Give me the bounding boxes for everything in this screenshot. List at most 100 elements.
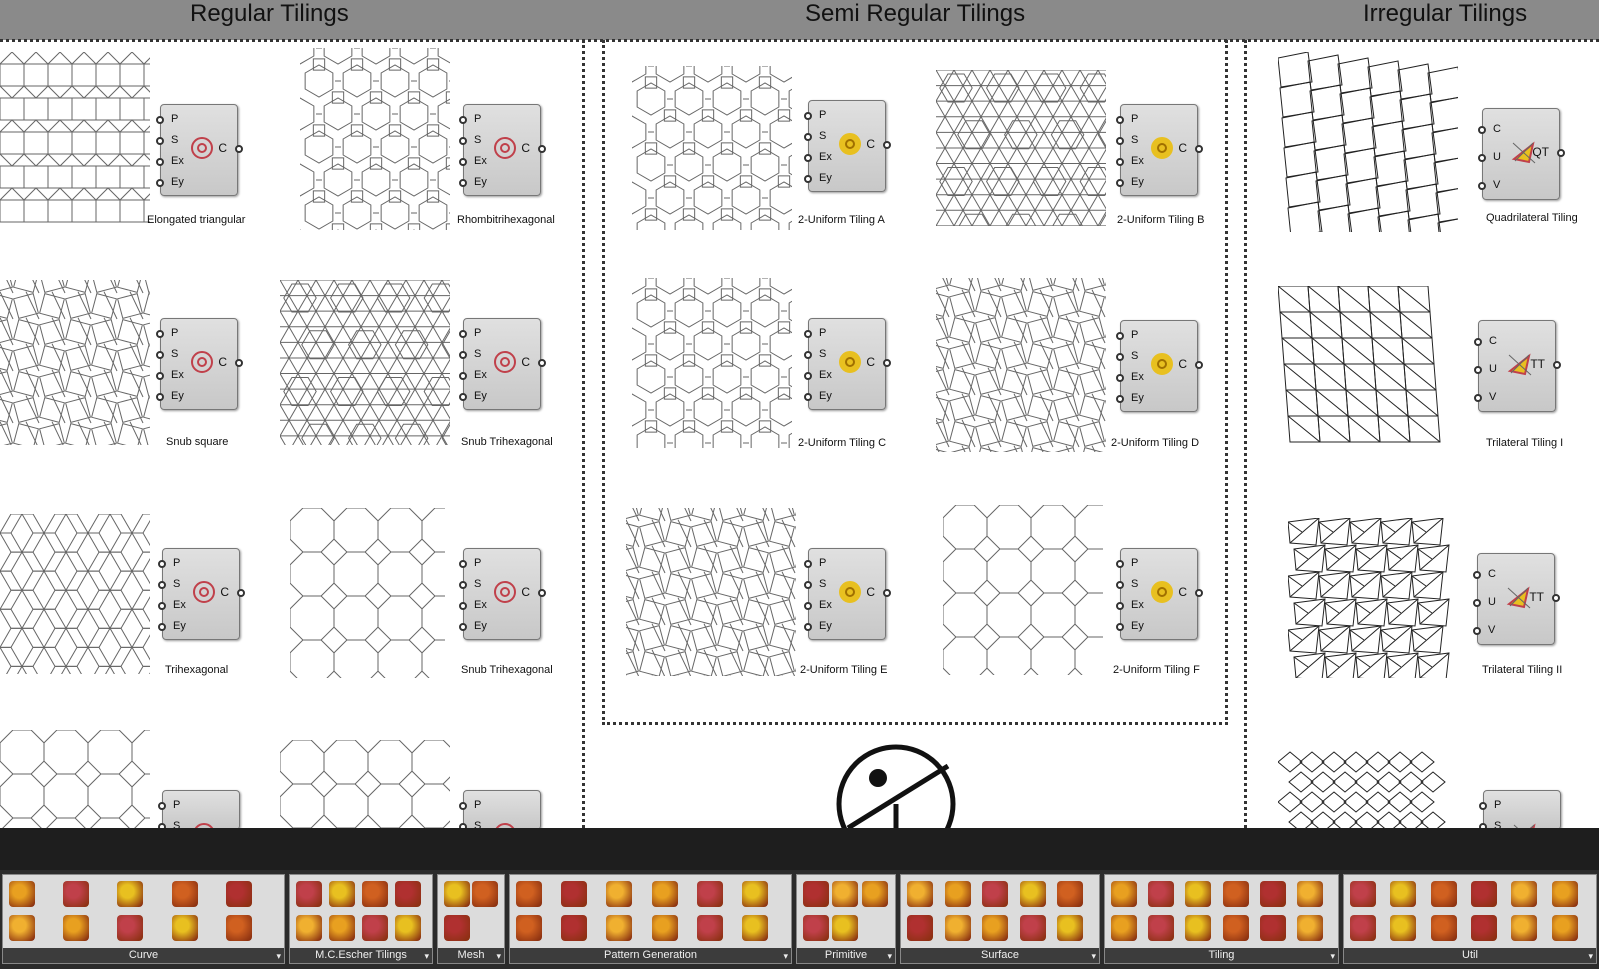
component-icon[interactable] — [1430, 915, 1457, 941]
component-icon[interactable] — [1148, 881, 1175, 907]
input-grip[interactable] — [1474, 394, 1482, 402]
component-icon[interactable] — [651, 915, 678, 941]
component-node[interactable]: P S Ex Ey C — [804, 318, 891, 410]
component-icon[interactable] — [225, 915, 252, 941]
component-icon[interactable] — [861, 881, 888, 907]
output-grip[interactable] — [1195, 145, 1203, 153]
component-icon[interactable] — [944, 915, 971, 941]
component-icon[interactable] — [1511, 915, 1538, 941]
component-icon[interactable] — [1296, 881, 1323, 907]
input-grip[interactable] — [158, 802, 166, 810]
input-grip[interactable] — [1116, 353, 1124, 361]
output-grip[interactable] — [883, 141, 891, 149]
component-icon[interactable] — [63, 915, 90, 941]
component-node[interactable]: P S Ex Ey C — [459, 548, 546, 640]
component-icon[interactable] — [606, 915, 633, 941]
expand-arrow-icon[interactable]: ▾ — [887, 951, 892, 962]
component-icon[interactable] — [832, 915, 859, 941]
input-grip[interactable] — [1116, 623, 1124, 631]
input-grip[interactable] — [459, 802, 467, 810]
expand-arrow-icon[interactable]: ▾ — [424, 951, 429, 962]
component-node[interactable]: P S Ex Ey C — [804, 100, 891, 192]
input-grip[interactable] — [156, 372, 164, 380]
output-grip[interactable] — [883, 589, 891, 597]
input-grip[interactable] — [459, 137, 467, 145]
input-grip[interactable] — [804, 175, 812, 183]
component-icon[interactable] — [1296, 915, 1323, 941]
output-grip[interactable] — [237, 589, 245, 597]
output-grip[interactable] — [1195, 361, 1203, 369]
input-grip[interactable] — [1474, 366, 1482, 374]
component-node[interactable]: PS — [459, 790, 541, 828]
component-icon[interactable] — [9, 881, 35, 907]
output-grip[interactable] — [1552, 594, 1560, 602]
input-grip[interactable] — [804, 560, 812, 568]
component-icon[interactable] — [1551, 915, 1578, 941]
input-grip[interactable] — [1116, 560, 1124, 568]
input-grip[interactable] — [1478, 126, 1486, 134]
component-icon[interactable] — [444, 881, 470, 907]
component-node[interactable]: P S Ex Ey C — [459, 104, 546, 196]
component-icon[interactable] — [1019, 915, 1046, 941]
component-icon[interactable] — [803, 915, 829, 941]
component-node[interactable]: P S Ex Ey C — [158, 548, 245, 640]
input-grip[interactable] — [156, 330, 164, 338]
component-icon[interactable] — [651, 881, 678, 907]
component-icon[interactable] — [907, 881, 933, 907]
ribbon-group-label[interactable]: Mesh — [438, 948, 504, 963]
component-node[interactable]: P S Ex Ey C — [1116, 104, 1203, 196]
component-icon[interactable] — [296, 915, 322, 941]
component-icon[interactable] — [696, 881, 723, 907]
input-grip[interactable] — [1116, 332, 1124, 340]
ribbon-group-label[interactable]: Tiling — [1105, 948, 1338, 963]
grasshopper-canvas[interactable]: Regular Tilings Semi Regular Tilings Irr… — [0, 0, 1599, 828]
expand-arrow-icon[interactable]: ▾ — [783, 951, 788, 962]
input-grip[interactable] — [156, 179, 164, 187]
input-grip[interactable] — [156, 116, 164, 124]
component-node[interactable]: P S Ex Ey C — [804, 548, 891, 640]
component-icon[interactable] — [1057, 881, 1084, 907]
component-icon[interactable] — [1111, 915, 1137, 941]
output-grip[interactable] — [1195, 589, 1203, 597]
component-icon[interactable] — [117, 915, 144, 941]
input-grip[interactable] — [1474, 338, 1482, 346]
input-grip[interactable] — [804, 602, 812, 610]
component-icon[interactable] — [9, 915, 35, 941]
component-icon[interactable] — [362, 915, 388, 941]
component-icon[interactable] — [1259, 915, 1286, 941]
input-grip[interactable] — [804, 133, 812, 141]
ribbon-group-label[interactable]: M.C.Escher Tilings — [290, 948, 432, 963]
component-icon[interactable] — [832, 881, 859, 907]
component-icon[interactable] — [561, 881, 588, 907]
input-grip[interactable] — [804, 372, 812, 380]
component-node[interactable]: P S Ex Ey C — [459, 318, 546, 410]
ribbon-group-label[interactable]: Primitive — [797, 948, 895, 963]
input-grip[interactable] — [804, 581, 812, 589]
input-grip[interactable] — [1473, 571, 1481, 579]
expand-arrow-icon[interactable]: ▾ — [276, 951, 281, 962]
component-icon[interactable] — [362, 881, 388, 907]
input-grip[interactable] — [459, 330, 467, 338]
component-icon[interactable] — [803, 881, 829, 907]
input-grip[interactable] — [1478, 182, 1486, 190]
input-grip[interactable] — [1116, 137, 1124, 145]
component-icon[interactable] — [1019, 881, 1046, 907]
input-grip[interactable] — [459, 372, 467, 380]
component-icon[interactable] — [225, 881, 252, 907]
input-grip[interactable] — [1116, 179, 1124, 187]
component-icon[interactable] — [1471, 881, 1497, 907]
component-icon[interactable] — [1148, 915, 1175, 941]
input-grip[interactable] — [459, 393, 467, 401]
expand-arrow-icon[interactable]: ▾ — [1588, 951, 1593, 962]
component-icon[interactable] — [944, 881, 971, 907]
component-icon[interactable] — [982, 881, 1009, 907]
ribbon-group-label[interactable]: Surface — [901, 948, 1099, 963]
component-icon[interactable] — [472, 881, 498, 907]
output-grip[interactable] — [235, 145, 243, 153]
component-icon[interactable] — [296, 881, 322, 907]
input-grip[interactable] — [459, 116, 467, 124]
component-icon[interactable] — [561, 915, 588, 941]
input-grip[interactable] — [459, 581, 467, 589]
component-icon[interactable] — [444, 915, 470, 941]
component-icon[interactable] — [395, 881, 421, 907]
